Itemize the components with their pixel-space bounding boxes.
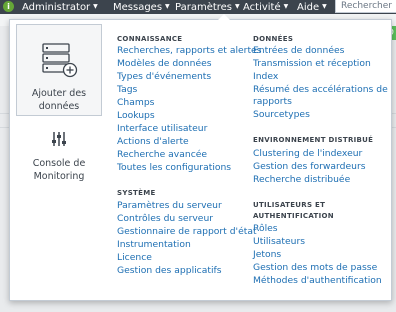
menu-item-lookups[interactable]: Lookups: [117, 110, 155, 122]
menu-item-server-settings[interactable]: Paramètres du serveur: [117, 200, 222, 212]
menu-item-alert-actions[interactable]: Actions d'alerte: [117, 136, 189, 148]
menu-item-password-management[interactable]: Gestion des mots de passe: [253, 262, 377, 274]
section-heading-data: DONNÉES: [253, 35, 294, 43]
menu-messages[interactable]: Messages ▼: [113, 0, 170, 15]
section-heading-users-line2: AUTHENTIFICATION: [253, 212, 334, 220]
server-add-icon: [42, 43, 78, 78]
sliders-icon: [52, 132, 66, 146]
section-heading-system: SYSTÈME: [117, 189, 156, 197]
menu-item-server-controls[interactable]: Contrôles du serveur: [117, 213, 213, 225]
menu-item-users[interactable]: Utilisateurs: [253, 236, 305, 248]
caret-down-icon: ▼: [283, 3, 289, 10]
monitoring-console-tile[interactable]: Console de Monitoring: [16, 124, 102, 194]
info-icon[interactable]: i: [3, 1, 14, 12]
menu-parametres[interactable]: Paramètres ▼: [175, 0, 240, 15]
menu-item-forwarder-management[interactable]: Gestion des forwardeurs: [253, 161, 366, 173]
menu-item-searches-reports-alerts[interactable]: Recherches, rapports et alertes: [117, 45, 262, 57]
menu-administrator[interactable]: Administrator ▼: [22, 0, 98, 15]
menu-item-tokens[interactable]: Jetons: [253, 249, 281, 261]
section-heading-distributed: ENVIRONNEMENT DISTRIBUÉ: [253, 136, 374, 144]
menu-item-roles[interactable]: Rôles: [253, 223, 278, 235]
menu-item-instrumentation[interactable]: Instrumentation: [117, 239, 191, 251]
caret-down-icon: ▼: [93, 3, 98, 10]
caret-down-icon: ▼: [235, 3, 240, 10]
add-data-tile[interactable]: Ajouter des données: [16, 24, 102, 116]
menu-item-all-configurations[interactable]: Toutes les configurations: [117, 162, 231, 174]
menu-item-app-management[interactable]: Gestion des applicatifs: [117, 265, 222, 277]
section-heading-users-line1: UTILISATEURS ET: [253, 201, 326, 209]
caret-down-icon: ▼: [322, 3, 327, 10]
menu-label: Aide: [297, 2, 320, 13]
menu-item-advanced-search[interactable]: Recherche avancée: [117, 149, 207, 161]
menu-item-tags[interactable]: Tags: [117, 84, 137, 96]
menu-item-data-models[interactable]: Modèles de données: [117, 58, 212, 70]
menu-item-distributed-search[interactable]: Recherche distribuée: [253, 174, 350, 186]
dropdown-notch: [218, 14, 230, 20]
monitoring-label-line2: Monitoring: [33, 171, 85, 182]
search-input[interactable]: Rechercher: [335, 0, 396, 13]
menu-label: Administrator: [22, 2, 91, 13]
menu-activite[interactable]: Activité ▼: [243, 0, 288, 15]
add-data-label-line2: données: [38, 101, 80, 112]
settings-dropdown-menu: Ajouter des données Console de Monitorin…: [9, 14, 392, 301]
menu-item-sourcetypes[interactable]: Sourcetypes: [253, 109, 310, 121]
add-data-label-line1: Ajouter des: [31, 88, 87, 99]
menu-item-authentication-methods[interactable]: Méthodes d'authentification: [253, 275, 382, 287]
menu-item-indexes[interactable]: Index: [253, 71, 278, 83]
top-nav-bar: i Administrator ▼ Messages ▼ Paramètres ▼ A…: [0, 0, 396, 14]
menu-item-licensing[interactable]: Licence: [117, 252, 152, 264]
menu-item-report-acceleration-summaries[interactable]: Résumé des accélérations de: [253, 84, 388, 96]
menu-item-indexer-clustering[interactable]: Clustering de l'indexeur: [253, 148, 362, 160]
menu-item-report-acceleration-summaries-cont[interactable]: rapports: [253, 96, 292, 108]
menu-label: Paramètres: [175, 2, 233, 13]
menu-item-fields[interactable]: Champs: [117, 97, 154, 109]
menu-item-user-interface[interactable]: Interface utilisateur: [117, 123, 207, 135]
caret-down-icon: ▼: [165, 3, 170, 10]
menu-item-forwarding-receiving[interactable]: Transmission et réception: [253, 58, 371, 70]
menu-item-health-report-manager[interactable]: Gestionnaire de rapport d'état: [117, 226, 257, 238]
menu-aide[interactable]: Aide ▼: [297, 0, 327, 15]
menu-label: Messages: [113, 2, 163, 13]
menu-item-event-types[interactable]: Types d'événements: [117, 71, 211, 83]
menu-label: Activité: [243, 2, 281, 13]
section-heading-knowledge: CONNAISSANCE: [117, 35, 183, 43]
monitoring-label-line1: Console de: [32, 158, 86, 169]
menu-item-data-inputs[interactable]: Entrées de données: [253, 45, 344, 57]
